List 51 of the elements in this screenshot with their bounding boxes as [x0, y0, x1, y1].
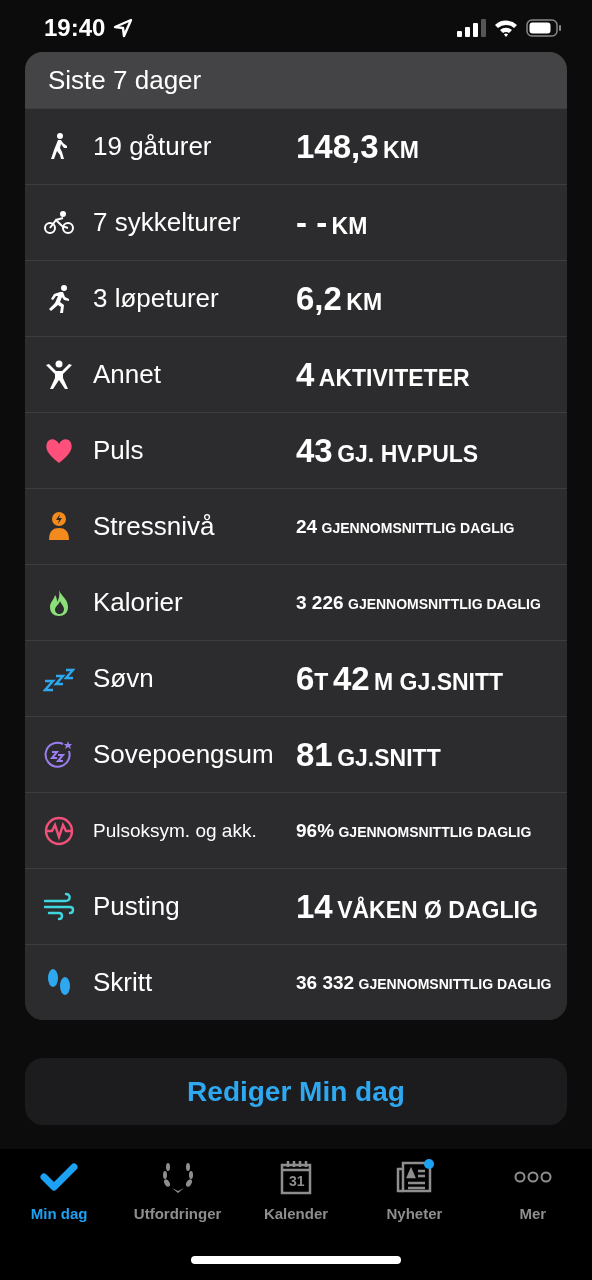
row-value: 3 226 GJENNOMSNITTLIG DAGLIG [296, 591, 541, 614]
tab[interactable]: Nyheter [355, 1157, 474, 1254]
row-label: Kalorier [93, 587, 184, 618]
pulse-circle-icon [43, 814, 75, 847]
row-label: Søvn [93, 663, 155, 694]
activity-row[interactable]: 19 gåturer 148,3 KM [25, 108, 567, 184]
row-value: 4AKTIVITETER [296, 355, 470, 394]
row-label: 7 sykkelturer [93, 207, 242, 238]
activity-row[interactable]: Skritt 36 332 GJENNOMSNITTLIG DAGLIG [25, 944, 567, 1020]
edit-my-day-button[interactable]: Rediger Min dag [25, 1058, 567, 1125]
activity-row[interactable]: 3 løpeturer 6,2 KM [25, 260, 567, 336]
signal-icon [456, 19, 486, 37]
tab[interactable]: Mer [473, 1157, 592, 1254]
row-value: 14VÅKEN Ø DAGLIG [296, 887, 538, 926]
row-label: 19 gåturer [93, 131, 213, 162]
tab[interactable]: Min dag [0, 1157, 119, 1254]
card-title: Siste 7 dager [48, 64, 202, 96]
activity-row[interactable]: Annet 4AKTIVITETER [25, 336, 567, 412]
row-value: 24 GJENNOMSNITTLIG DAGLIG [296, 515, 515, 538]
row-value: 36 332 GJENNOMSNITTLIG DAGLIG [296, 971, 552, 994]
row-label: Pulsoksym. og akk. [93, 819, 258, 842]
row-value: 6T 42 M GJ.SNITT [296, 659, 504, 698]
activity-row[interactable]: Kalorier 3 226 GJENNOMSNITTLIG DAGLIG [25, 564, 567, 640]
row-label: Skritt [93, 967, 154, 998]
row-value: 6,2 KM [296, 279, 383, 318]
location-arrow-icon [113, 18, 134, 38]
row-value: 43 GJ. HV.PULS [296, 431, 479, 470]
activity-row[interactable]: Puls 43 GJ. HV.PULS [25, 412, 567, 488]
row-value: - -KM [296, 203, 368, 242]
row-label: Puls [93, 435, 145, 466]
row-label: Sovepoengsum [93, 739, 275, 770]
tab[interactable]: Utfordringer [118, 1157, 237, 1254]
row-value: 96% GJENNOMSNITTLIG DAGLIG [296, 819, 532, 842]
tab[interactable]: 31 Kalender [236, 1157, 356, 1254]
battery-icon [526, 19, 562, 37]
activity-row[interactable]: Sovepoengsum 81 GJ.SNITT [25, 716, 567, 792]
activity-row[interactable]: Stressnivå 24 GJENNOMSNITTLIG DAGLIG [25, 488, 567, 564]
calendar-day: 31 [289, 1173, 305, 1189]
row-label: 3 løpeturer [93, 283, 220, 314]
status-time: 19:40 [44, 14, 106, 42]
row-label: Annet [93, 359, 162, 390]
wifi-icon [494, 19, 518, 37]
row-value: 148,3 KM [296, 127, 419, 166]
activity-row[interactable]: 7 sykkelturer - -KM [25, 184, 567, 260]
activity-row[interactable]: Pusting 14VÅKEN Ø DAGLIG [25, 868, 567, 944]
row-label: Pusting [93, 891, 181, 922]
row-label: Stressnivå [93, 511, 216, 542]
activity-row[interactable]: Pulsoksym. og akk. 96% GJENNOMSNITTLIG DAGLIG [25, 792, 567, 868]
row-value: 81 GJ.SNITT [296, 735, 441, 774]
wind-icon [43, 890, 75, 923]
activity-row[interactable]: Søvn 6T 42 M GJ.SNITT [25, 640, 567, 716]
